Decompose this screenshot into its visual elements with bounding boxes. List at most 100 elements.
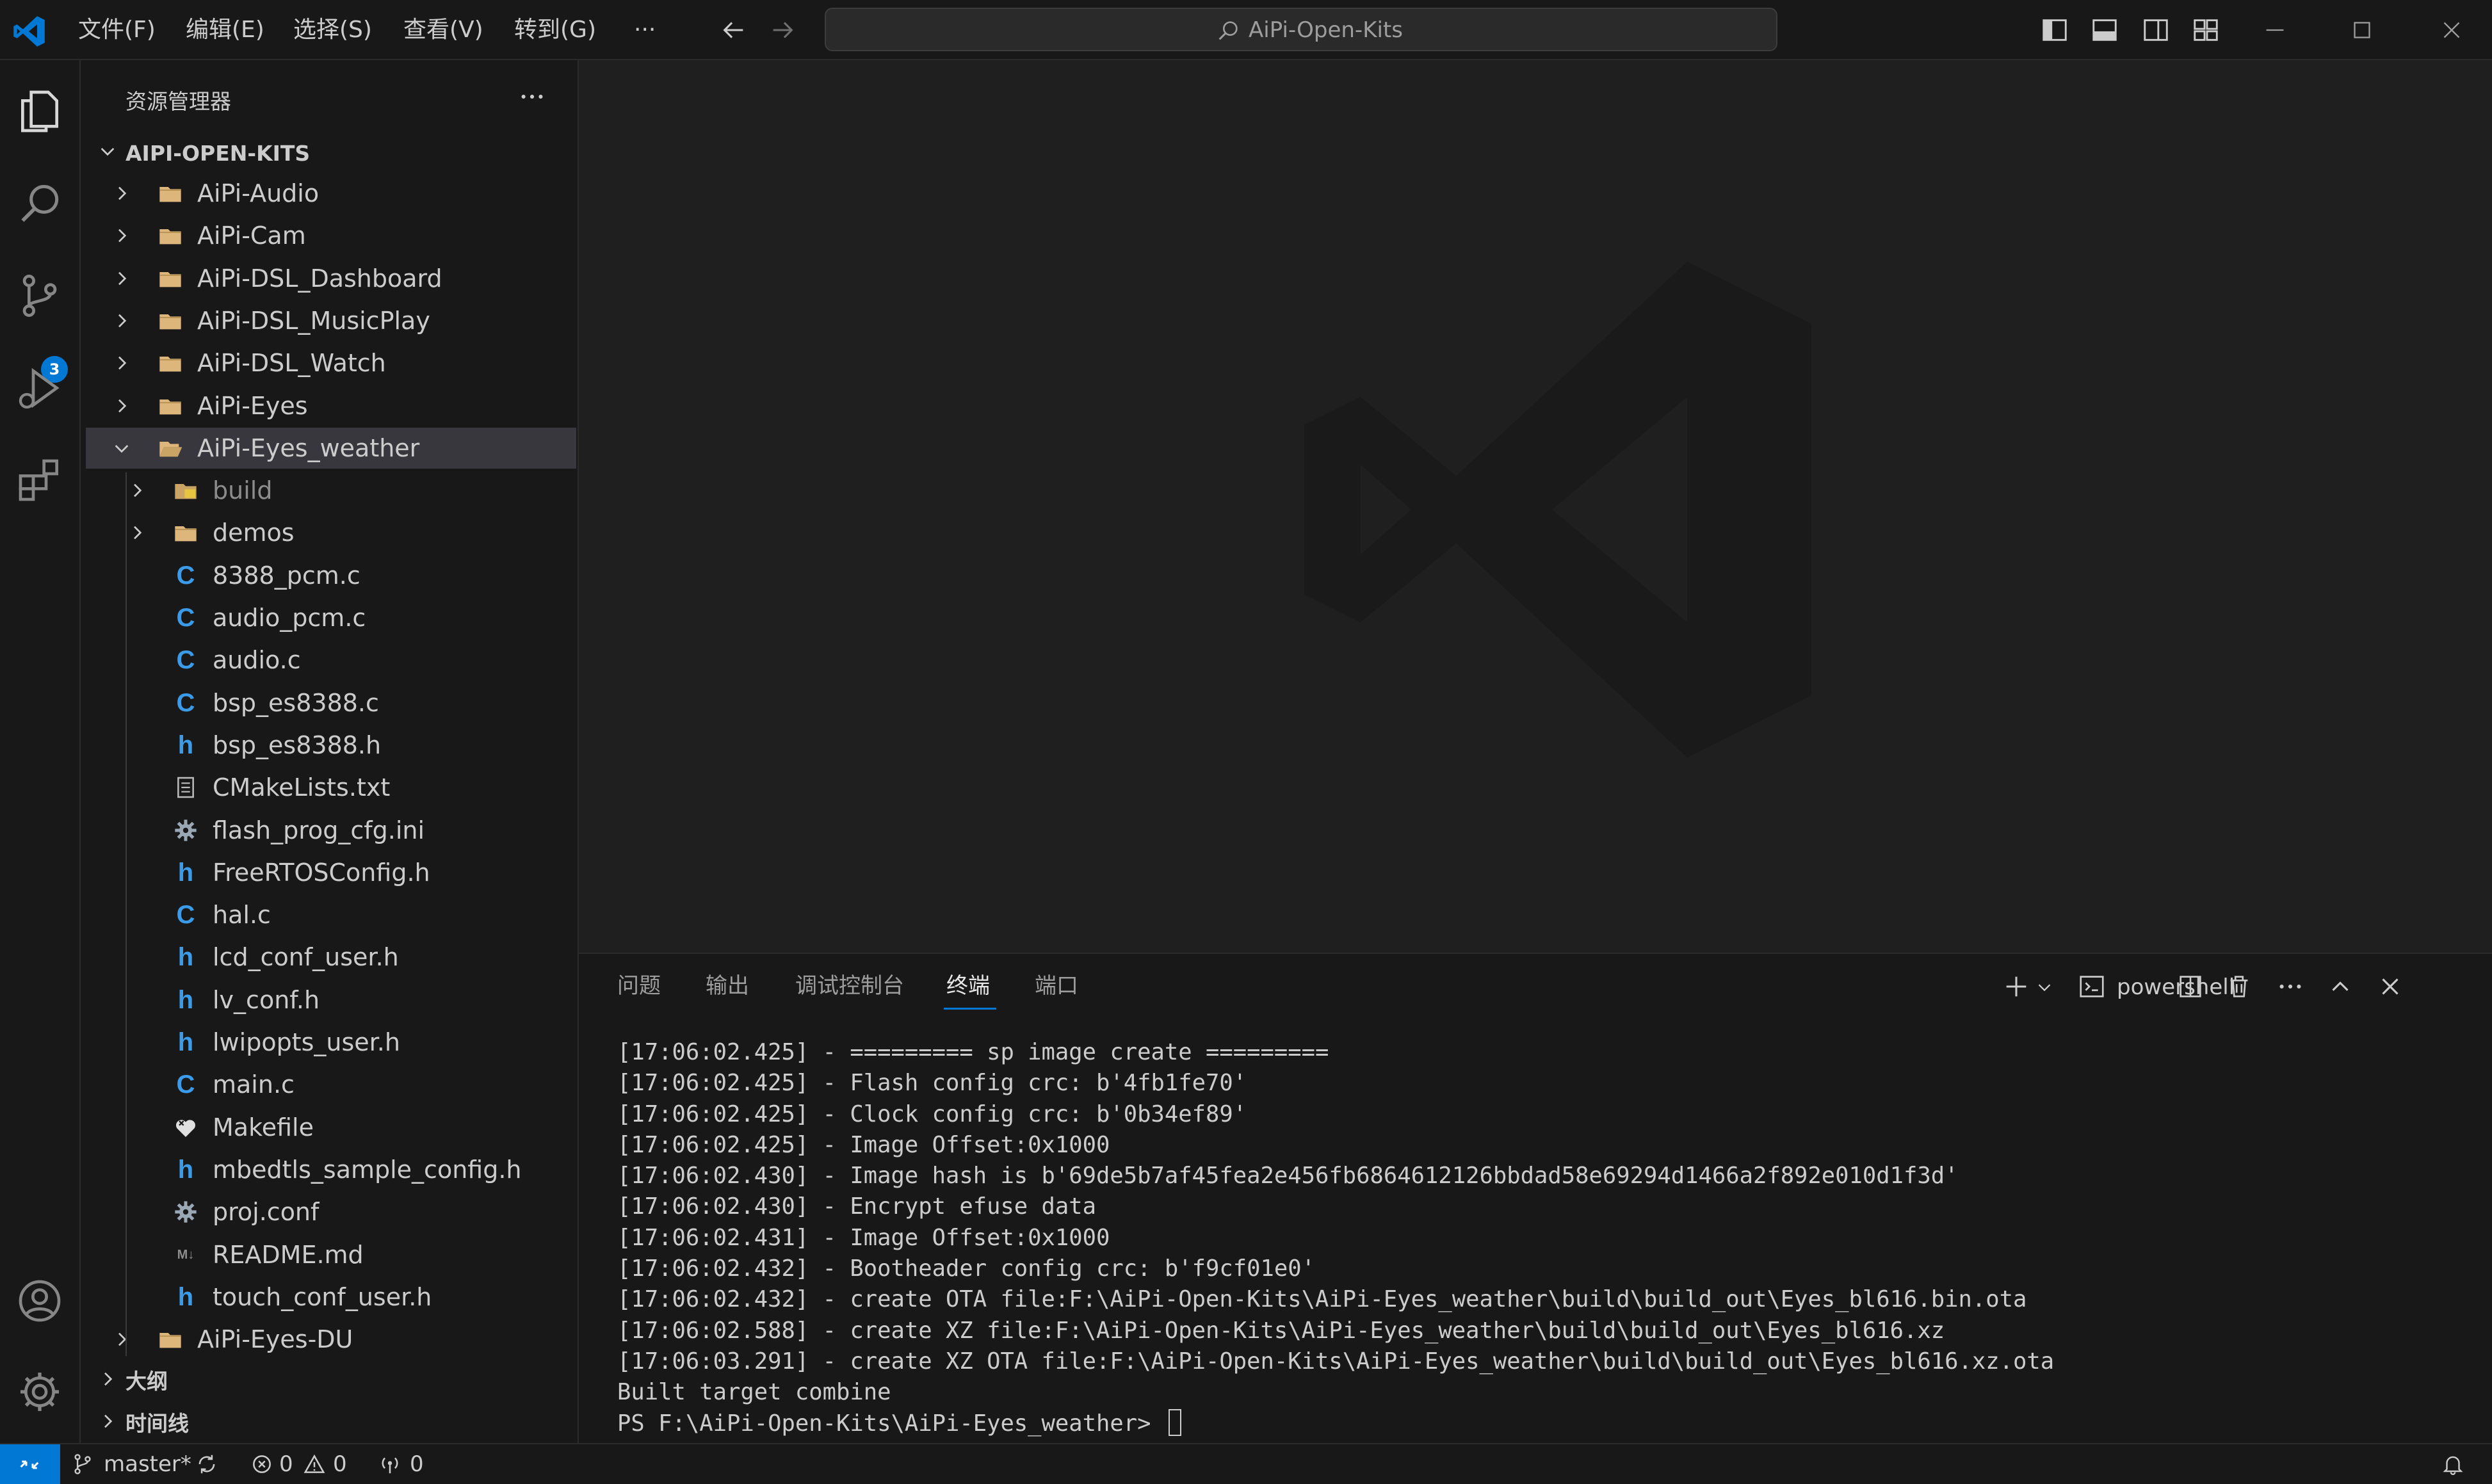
terminal-line: [17:06:02.588] - create XZ file:F:\AiPi-… bbox=[617, 1316, 2474, 1346]
tree-item-label: proj.conf bbox=[213, 1198, 320, 1227]
close-icon[interactable] bbox=[2437, 15, 2466, 45]
new-terminal-icon[interactable] bbox=[2002, 972, 2031, 1001]
folder-aipi-cam[interactable]: AiPi-Cam bbox=[86, 215, 576, 256]
toggle-sidebar-icon[interactable] bbox=[2040, 15, 2069, 45]
notifications-bell-icon[interactable] bbox=[2441, 1452, 2465, 1476]
menu-file[interactable]: 文件(F) bbox=[78, 15, 156, 45]
ports-icon[interactable] bbox=[378, 1452, 402, 1476]
split-terminal-icon[interactable] bbox=[2176, 972, 2205, 1001]
file-touch-conf-user-h[interactable]: h touch_conf_user.h bbox=[86, 1277, 576, 1318]
folder-aipi-audio[interactable]: AiPi-Audio bbox=[86, 173, 576, 214]
git-branch-icon bbox=[74, 1454, 91, 1474]
menu-go[interactable]: 转到(G) bbox=[514, 15, 596, 45]
makefile-icon bbox=[173, 1115, 198, 1140]
file-makefile[interactable]: Makefile bbox=[86, 1107, 576, 1148]
tab-debug-console[interactable]: 调试控制台 bbox=[795, 972, 904, 1000]
error-icon[interactable] bbox=[250, 1452, 274, 1476]
file-cmakelists-txt[interactable]: CMakeLists.txt bbox=[86, 767, 576, 808]
file-bsp-es8388-h[interactable]: h bsp_es8388.h bbox=[86, 725, 576, 766]
maximize-icon[interactable] bbox=[2347, 15, 2377, 45]
folder-demos[interactable]: demos bbox=[86, 512, 576, 553]
toggle-secondary-sidebar-icon[interactable] bbox=[2141, 15, 2171, 45]
file-proj-conf[interactable]: proj.conf bbox=[86, 1191, 576, 1232]
file-bsp-es8388-c[interactable]: Cbsp_es8388.c bbox=[86, 682, 576, 723]
manage-gear-icon[interactable] bbox=[14, 1366, 65, 1417]
menu-view[interactable]: 查看(V) bbox=[403, 15, 483, 45]
menu-edit[interactable]: 编辑(E) bbox=[186, 15, 264, 45]
file-main-c[interactable]: Cmain.c bbox=[86, 1064, 576, 1105]
h-file-icon: h bbox=[177, 858, 194, 887]
folder-aipi-eyes-du[interactable]: AiPi-Eyes-DU bbox=[86, 1319, 576, 1360]
tree-item-label: touch_conf_user.h bbox=[213, 1282, 432, 1311]
vscode-logo[interactable] bbox=[12, 14, 46, 49]
remote-indicator[interactable] bbox=[0, 1444, 60, 1484]
folder-aipi-eyes-weather[interactable]: AiPi-Eyes_weather bbox=[86, 427, 576, 469]
tab-ports[interactable]: 端口 bbox=[1035, 972, 1078, 1000]
menu-more[interactable]: ··· bbox=[634, 15, 656, 45]
more-actions-icon[interactable] bbox=[517, 82, 547, 111]
file-lcd-conf-user-h[interactable]: h lcd_conf_user.h bbox=[86, 937, 576, 978]
file-freertosconfig-h[interactable]: h FreeRTOSConfig.h bbox=[86, 852, 576, 893]
search-icon[interactable] bbox=[14, 178, 65, 229]
command-center-search[interactable]: AiPi-Open-Kits bbox=[825, 8, 1777, 51]
customize-layout-icon[interactable] bbox=[2191, 15, 2221, 45]
tab-terminal[interactable]: 终端 bbox=[946, 972, 990, 1000]
tab-problems[interactable]: 问题 bbox=[617, 972, 661, 1000]
terminal-line: [17:06:02.425] - ========= sp image crea… bbox=[617, 1037, 2474, 1068]
explorer-icon[interactable] bbox=[14, 86, 65, 137]
maximize-panel-icon[interactable] bbox=[2326, 972, 2355, 1001]
folder-icon bbox=[158, 393, 183, 419]
chevron-down-icon[interactable] bbox=[2034, 972, 2055, 1001]
folder-icon bbox=[158, 266, 183, 291]
file-audio-pcm-c[interactable]: Caudio_pcm.c bbox=[86, 597, 576, 638]
sync-icon[interactable] bbox=[195, 1452, 219, 1476]
folder-aipi-dsl-dashboard[interactable]: AiPi-DSL_Dashboard bbox=[86, 258, 576, 299]
chevron-right-icon bbox=[134, 483, 142, 497]
folder-build[interactable]: build bbox=[86, 470, 576, 511]
status-bar: master* 0 0 0 bbox=[0, 1443, 2492, 1484]
file-audio-c[interactable]: Caudio.c bbox=[86, 640, 576, 681]
chevron-right-icon bbox=[118, 399, 127, 412]
tree-item-label: AiPi-Audio bbox=[197, 179, 320, 207]
arrow-right-icon[interactable] bbox=[768, 15, 798, 45]
folder-aipi-dsl-watch[interactable]: AiPi-DSL_Watch bbox=[86, 343, 576, 383]
sidebar-title: 资源管理器 bbox=[125, 89, 231, 114]
file-lwipopts-user-h[interactable]: h lwipopts_user.h bbox=[86, 1022, 576, 1063]
timeline-section[interactable]: 时间线 bbox=[86, 1401, 576, 1442]
terminal-line-text: [17:06:02.425] - ========= sp image crea… bbox=[617, 1039, 1329, 1065]
outline-section[interactable]: 大纲 bbox=[86, 1359, 576, 1399]
extensions-icon[interactable] bbox=[14, 455, 65, 506]
c-file-icon: C bbox=[176, 561, 195, 590]
more-actions-icon[interactable] bbox=[2276, 972, 2305, 1001]
close-panel-icon[interactable] bbox=[2375, 972, 2405, 1001]
editor-area[interactable] bbox=[579, 60, 2492, 953]
chevron-right-icon bbox=[118, 229, 127, 243]
toggle-panel-icon[interactable] bbox=[2090, 15, 2119, 45]
folder-icon bbox=[158, 223, 183, 248]
folder-aipi-dsl-musicplay[interactable]: AiPi-DSL_MusicPlay bbox=[86, 300, 576, 341]
menu-selection[interactable]: 选择(S) bbox=[293, 15, 372, 45]
outline-label: 大纲 bbox=[125, 1369, 168, 1394]
workspace-root[interactable]: AIPI-OPEN-KITS bbox=[86, 131, 576, 172]
tab-output[interactable]: 输出 bbox=[706, 972, 749, 1000]
run-debug-icon[interactable] bbox=[14, 362, 65, 414]
folder-aipi-eyes[interactable]: AiPi-Eyes bbox=[86, 385, 576, 426]
source-control-icon[interactable] bbox=[14, 270, 65, 321]
ports-count: 0 bbox=[410, 1451, 424, 1477]
file-lv-conf-h[interactable]: h lv_conf.h bbox=[86, 980, 576, 1020]
file-readme-md[interactable]: M↓ README.md bbox=[86, 1234, 576, 1275]
trash-icon[interactable] bbox=[2224, 972, 2254, 1001]
folder-build-icon bbox=[173, 478, 198, 503]
account-icon[interactable] bbox=[14, 1275, 65, 1327]
file-flash-prog-cfg-ini[interactable]: flash_prog_cfg.ini bbox=[86, 810, 576, 851]
minimize-icon[interactable] bbox=[2260, 15, 2290, 45]
file-8388-pcm-c[interactable]: C 8388_pcm.c bbox=[86, 555, 576, 596]
file-mbedtls-sample-config-h[interactable]: h mbedtls_sample_config.h bbox=[86, 1149, 576, 1190]
tree-item-label: audio_pcm.c bbox=[213, 604, 366, 632]
warning-count: 0 bbox=[333, 1451, 347, 1477]
warning-icon[interactable] bbox=[302, 1452, 327, 1476]
terminal-output[interactable]: [17:06:02.425] - ========= sp image crea… bbox=[617, 1037, 2474, 1439]
git-branch-label[interactable]: master* bbox=[104, 1451, 191, 1478]
file-hal-c[interactable]: Chal.c bbox=[86, 894, 576, 935]
arrow-left-icon[interactable] bbox=[718, 15, 748, 45]
